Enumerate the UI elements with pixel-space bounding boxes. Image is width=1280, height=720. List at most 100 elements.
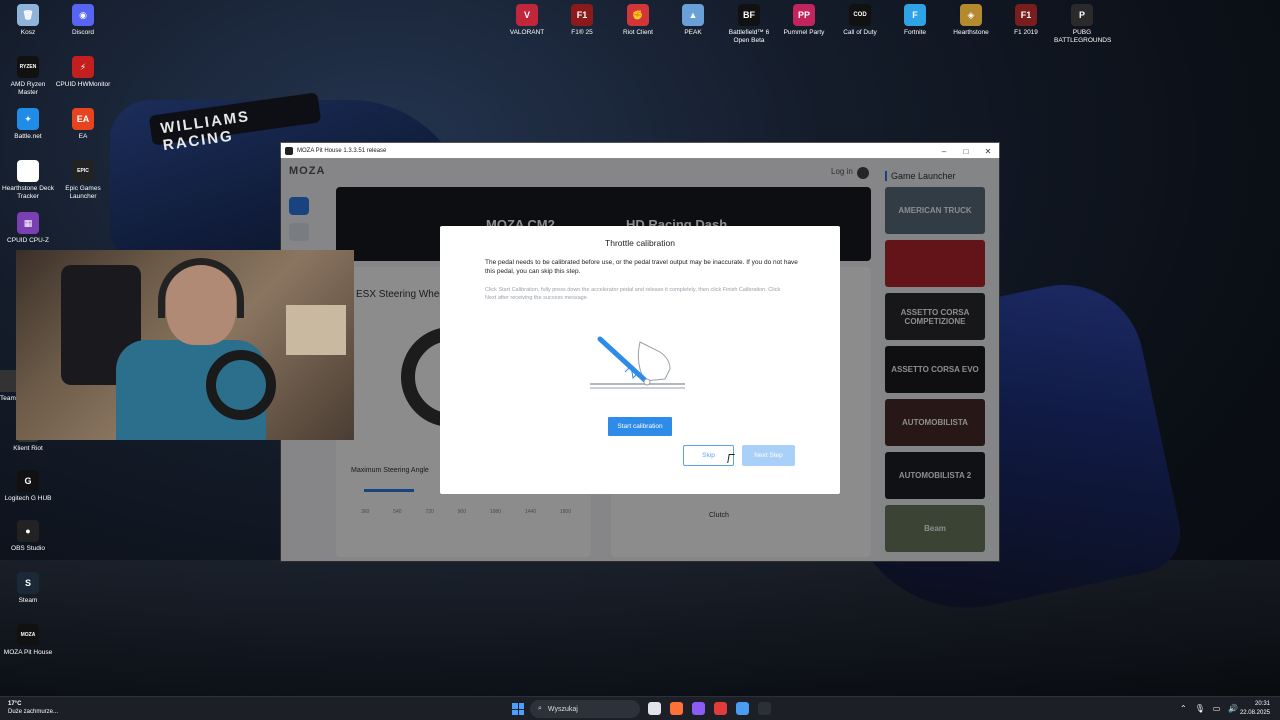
desktop-icon-label: PUBG BATTLEGROUNDS	[1054, 29, 1112, 44]
webcam-overlay	[16, 250, 354, 440]
app-icon: ◉	[72, 4, 94, 26]
taskbar-app-icon[interactable]	[758, 702, 771, 715]
desktop-icon-label: Battlefield™ 6 Open Beta	[728, 29, 770, 44]
clock-time: 20:31	[1254, 701, 1270, 707]
desktop-icon-label: Klient Riot	[13, 445, 43, 452]
desktop-icon-label: CPUID HWMonitor	[55, 81, 111, 88]
taskbar-app-icon[interactable]	[714, 702, 727, 715]
app-icon: ✊	[627, 4, 649, 26]
desktop-icon-f1-25[interactable]: F1 F1® 25	[554, 4, 610, 37]
app-icon: ◈	[960, 4, 982, 26]
taskbar: 17°C Duże zachmurze... ⌕ Wyszukaj ⌃ 🎙 ▭ …	[0, 696, 1280, 720]
desktop-icon-fortnite[interactable]: F Fortnite	[887, 4, 943, 37]
window-controls: – □ ✕	[933, 147, 999, 156]
dialog-hint: Click Start Calibration, fully press dow…	[485, 287, 781, 301]
desktop-icon-label: OBS Studio	[11, 545, 45, 552]
taskbar-app-icon[interactable]	[736, 702, 749, 715]
window-title: MOZA Pit House 1.3.3.51 release	[297, 148, 387, 154]
desktop-icon-ea[interactable]: EA EA	[55, 108, 111, 141]
desktop-icon-kosz[interactable]: 🗑 Kosz	[0, 4, 56, 37]
taskbar-app-icon[interactable]	[670, 702, 683, 715]
maximize-button[interactable]: □	[955, 147, 977, 156]
desktop-icon-label: Epic Games Launcher	[65, 185, 101, 200]
app-icon: ✦	[17, 108, 39, 130]
desktop-icon-riot-client[interactable]: ✊ Riot Client	[610, 4, 666, 37]
app-icon: S	[17, 572, 39, 594]
weather-temp: 17°C	[8, 701, 22, 707]
app-icon: ▲	[682, 4, 704, 26]
close-button[interactable]: ✕	[977, 147, 999, 156]
desktop-icon-valorant[interactable]: V VALORANT	[499, 4, 555, 37]
desktop-icon-label: Discord	[71, 29, 95, 36]
desktop-icon-epic-games-launcher[interactable]: EPIC Epic Games Launcher	[55, 160, 111, 201]
search-placeholder: Wyszukaj	[547, 705, 578, 713]
desktop-icon-label: Hearthstone	[953, 29, 989, 36]
app-icon: ◎	[17, 160, 39, 182]
network-icon[interactable]: ▭	[1213, 704, 1221, 713]
next-step-button[interactable]: Next Step	[742, 445, 795, 466]
desktop-icon-label: CPUID CPU-Z	[7, 237, 49, 244]
taskbar-app-icon[interactable]	[692, 702, 705, 715]
taskbar-apps	[648, 702, 771, 715]
desktop-icon-label: Logitech G HUB	[4, 495, 52, 502]
app-icon	[285, 147, 293, 155]
app-icon: PP	[793, 4, 815, 26]
desktop-icon-battle-net[interactable]: ✦ Battle.net	[0, 108, 56, 141]
app-icon: P	[1071, 4, 1093, 26]
app-icon: F1	[1015, 4, 1037, 26]
desktop-icon-label: Battle.net	[14, 133, 42, 140]
desktop-icon-cpuid-cpu-z[interactable]: ▦ CPUID CPU-Z	[0, 212, 56, 245]
app-icon: F	[904, 4, 926, 26]
app-icon: RYZEN	[17, 56, 39, 78]
pedal-illustration-icon	[590, 336, 685, 389]
desktop-icon-label: MOZA Pit House	[3, 649, 53, 656]
desktop-icon-label: VALORANT	[509, 29, 545, 36]
start-button[interactable]	[512, 703, 524, 715]
desktop-icon-label: Call of Duty	[843, 29, 877, 36]
app-icon: ●	[17, 520, 39, 542]
microphone-icon[interactable]: 🎙	[1195, 704, 1205, 713]
app-icon: 🗑	[17, 4, 39, 26]
desktop-icon-f1-2019[interactable]: F1 F1 2019	[998, 4, 1054, 37]
system-tray: ⌃ 🎙 ▭ 🔊	[1180, 704, 1238, 713]
app-icon: G	[17, 470, 39, 492]
desktop-icon-obs-studio[interactable]: ● OBS Studio	[0, 520, 56, 553]
webcam-dresser	[286, 305, 346, 355]
desktop-icon-logitech-g-hub[interactable]: G Logitech G HUB	[0, 470, 56, 503]
desktop-icon-label: Steam	[18, 597, 38, 604]
desktop-icon-battlefield-6-open-beta[interactable]: BF Battlefield™ 6 Open Beta	[721, 4, 777, 45]
app-icon: V	[516, 4, 538, 26]
window-titlebar[interactable]: MOZA Pit House 1.3.3.51 release – □ ✕	[281, 143, 999, 159]
desktop-icon-hearthstone[interactable]: ◈ Hearthstone	[943, 4, 999, 37]
taskbar-search[interactable]: ⌕ Wyszukaj	[530, 700, 640, 718]
desktop-icon-peak[interactable]: ▲ PEAK	[665, 4, 721, 37]
app-icon: ⚡	[72, 56, 94, 78]
app-icon: F1	[571, 4, 593, 26]
app-icon: COD	[849, 4, 871, 26]
taskbar-app-icon[interactable]	[648, 702, 661, 715]
desktop-icon-label: Fortnite	[903, 29, 927, 36]
chevron-up-icon[interactable]: ⌃	[1180, 704, 1187, 713]
app-icon: MOZA	[17, 624, 39, 646]
start-calibration-button[interactable]: Start calibration	[608, 417, 672, 436]
weather-widget[interactable]: 17°C Duże zachmurze...	[8, 700, 58, 716]
app-icon: EPIC	[72, 160, 94, 182]
clock-date: 22.08.2025	[1239, 710, 1270, 716]
app-icon: EA	[72, 108, 94, 130]
desktop-icon-amd-ryzen-master[interactable]: RYZEN AMD Ryzen Master	[0, 56, 56, 97]
desktop-icon-pummel-party[interactable]: PP Pummel Party	[776, 4, 832, 37]
clock[interactable]: 20:31 22.08.2025	[1234, 700, 1270, 718]
desktop-icon-label: Pummel Party	[783, 29, 825, 36]
desktop-icon-cpuid-hwmonitor[interactable]: ⚡ CPUID HWMonitor	[55, 56, 111, 89]
desktop-icon-call-of-duty[interactable]: COD Call of Duty	[832, 4, 888, 37]
throttle-calibration-dialog: Throttle calibration The pedal needs to …	[440, 226, 840, 494]
desktop-icon-pubg-battlegrounds[interactable]: P PUBG BATTLEGROUNDS	[1054, 4, 1112, 45]
search-icon: ⌕	[538, 705, 542, 712]
desktop-icon-moza-pit-house[interactable]: MOZA MOZA Pit House	[0, 624, 56, 657]
desktop-icon-label: Riot Client	[623, 29, 653, 36]
minimize-button[interactable]: –	[933, 147, 955, 156]
weather-desc: Duże zachmurze...	[8, 709, 59, 715]
desktop-icon-steam[interactable]: S Steam	[0, 572, 56, 605]
desktop-icon-hearthstone-deck-tracker[interactable]: ◎ Hearthstone Deck Tracker	[0, 160, 56, 201]
desktop-icon-discord[interactable]: ◉ Discord	[55, 4, 111, 37]
